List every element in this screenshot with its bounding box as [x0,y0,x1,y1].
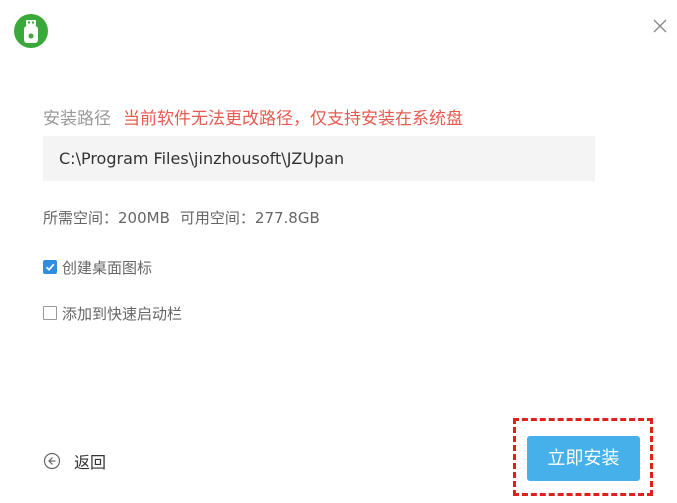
install-path-field[interactable] [43,136,595,181]
desktop-icon-option[interactable]: 创建桌面图标 [43,257,152,277]
desktop-icon-checkbox[interactable] [43,260,57,274]
required-space-value: 200MB [118,209,170,227]
back-button[interactable]: 返回 [43,450,106,472]
available-space-label: 可用空间： [179,209,255,227]
checkmark-icon [45,263,55,272]
close-icon [653,19,667,33]
install-path-label: 安装路径 [43,109,111,129]
available-space-value: 277.8GB [254,209,320,227]
quick-launch-option[interactable]: 添加到快速启动栏 [43,303,182,323]
close-button[interactable] [648,14,672,38]
quick-launch-label: 添加到快速启动栏 [62,304,183,323]
install-path-row: 安装路径 当前软件无法更改路径，仅支持安装在系统盘 [43,108,463,130]
usb-drive-icon [24,20,38,43]
app-logo [14,14,48,48]
install-path-warning: 当前软件无法更改路径，仅支持安装在系统盘 [123,109,463,129]
desktop-icon-label: 创建桌面图标 [62,258,153,277]
back-label: 返回 [74,453,107,472]
quick-launch-checkbox[interactable] [43,306,57,320]
disk-space-info: 所需空间：200MB 可用空间：277.8GB [43,208,320,228]
install-now-button[interactable]: 立即安装 [527,436,640,481]
required-space-label: 所需空间： [43,209,119,227]
circle-arrow-left-icon [43,452,61,470]
